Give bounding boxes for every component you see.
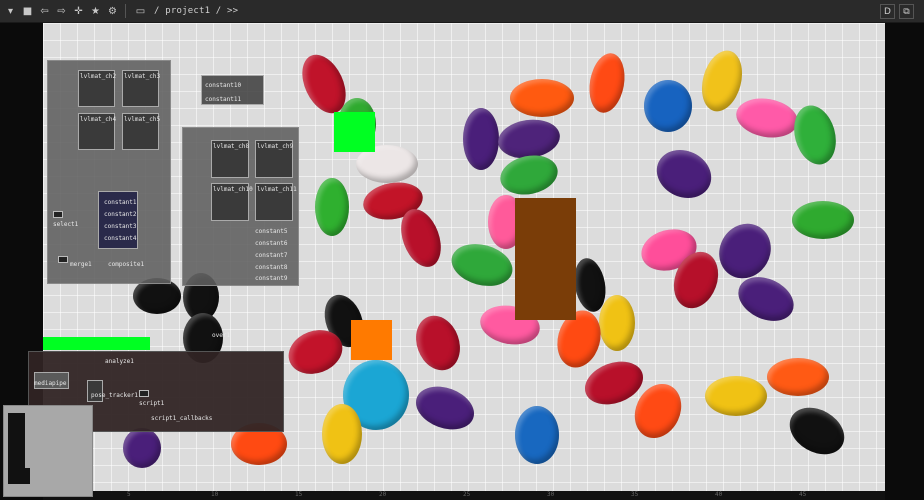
window-toggle-button[interactable]: ⧉ bbox=[899, 4, 914, 19]
node-label: lvlmat_ch2 bbox=[80, 73, 117, 80]
bean bbox=[408, 309, 468, 377]
down-arrow-icon[interactable]: ▾ bbox=[3, 4, 18, 19]
node-label: constant1 bbox=[104, 199, 137, 206]
ruler-tick: 25 bbox=[463, 491, 471, 498]
ruler-tick: 15 bbox=[295, 491, 303, 498]
toolbar-separator bbox=[125, 4, 126, 18]
brown-marker bbox=[515, 198, 576, 320]
node-label: constant7 bbox=[255, 252, 288, 259]
preview-block bbox=[8, 468, 30, 484]
node-network-a[interactable]: lvlmat_ch2 lvlmat_ch3 lvlmat_ch4 lvlmat_… bbox=[47, 60, 171, 284]
bean bbox=[315, 178, 349, 236]
node-label: lvlmat_ch3 bbox=[124, 73, 161, 80]
node-label: lvlmat_ch9 bbox=[257, 143, 294, 150]
node-network-b[interactable]: lvlmat_ch8 lvlmat_ch9 lvlmat_ch10 lvlmat… bbox=[182, 127, 299, 286]
bean bbox=[463, 108, 499, 170]
settings-icon[interactable]: ⚙ bbox=[105, 4, 120, 19]
display-toggle-button[interactable]: D bbox=[880, 4, 895, 19]
app-window: ▾ ■ ⇦ ⇨ ✛ ★ ⚙ ▭ / project1 / >> D ⧉ 5 10… bbox=[0, 0, 924, 500]
ruler-tick: 20 bbox=[379, 491, 387, 498]
stop-icon[interactable]: ■ bbox=[20, 4, 35, 19]
node-label: constant11 bbox=[205, 96, 242, 103]
node-label: constant3 bbox=[104, 223, 137, 230]
node-label: constant8 bbox=[255, 264, 288, 271]
node-label: constant10 bbox=[205, 82, 242, 89]
ruler-tick: 30 bbox=[547, 491, 555, 498]
bean bbox=[792, 201, 854, 239]
forward-icon[interactable]: ⇨ bbox=[54, 4, 69, 19]
bean bbox=[705, 376, 767, 416]
network-node[interactable] bbox=[53, 211, 63, 218]
green-bar bbox=[43, 337, 150, 350]
timeline-ruler: 0 5 10 15 20 25 30 35 40 45 bbox=[43, 491, 885, 500]
bean bbox=[767, 358, 829, 396]
ruler-tick: 35 bbox=[631, 491, 639, 498]
bean bbox=[123, 428, 161, 468]
breadcrumb[interactable]: ▭ / project1 / >> bbox=[133, 4, 238, 19]
bean bbox=[510, 79, 574, 117]
preview-thumbnail[interactable] bbox=[3, 405, 93, 497]
node-label: merge1 bbox=[70, 261, 92, 268]
ruler-tick: 40 bbox=[715, 491, 723, 498]
ruler-tick: 45 bbox=[799, 491, 807, 498]
orange-marker bbox=[351, 320, 392, 360]
folder-icon[interactable]: ▭ bbox=[133, 4, 148, 19]
bean bbox=[322, 404, 362, 464]
preview-block bbox=[8, 413, 25, 468]
node-label: lvlmat_ch11 bbox=[257, 186, 297, 193]
node-label: constant2 bbox=[104, 211, 137, 218]
bean bbox=[409, 378, 481, 438]
node-label: script1_callbacks bbox=[151, 415, 213, 422]
node-label: over1 bbox=[212, 332, 231, 339]
bean bbox=[648, 141, 720, 207]
ruler-tick: 5 bbox=[127, 491, 131, 498]
star-icon[interactable]: ★ bbox=[88, 4, 103, 19]
node-label: constant9 bbox=[255, 275, 288, 282]
node-label: lvlmat_ch4 bbox=[80, 116, 117, 123]
bean bbox=[496, 150, 562, 200]
node-label: lvlmat_ch5 bbox=[124, 116, 161, 123]
node-label: lvlmat_ch10 bbox=[213, 186, 253, 193]
node-label: constant4 bbox=[104, 235, 137, 242]
toolbar: ▾ ■ ⇦ ⇨ ✛ ★ ⚙ ▭ / project1 / >> D ⧉ bbox=[0, 0, 924, 23]
node-label: pose_tracker1 bbox=[91, 392, 138, 399]
node-label: constant6 bbox=[255, 240, 288, 247]
node-label: composite1 bbox=[108, 261, 145, 268]
plus-icon[interactable]: ✛ bbox=[71, 4, 86, 19]
breadcrumb-path: / project1 / >> bbox=[154, 6, 239, 16]
bean bbox=[515, 406, 559, 464]
node-label: script1 bbox=[139, 400, 165, 407]
bean bbox=[585, 50, 629, 116]
bean bbox=[599, 295, 635, 351]
bean bbox=[709, 214, 781, 288]
node-label: mediapipe bbox=[34, 380, 67, 387]
node-label: analyze1 bbox=[105, 358, 134, 365]
bean bbox=[733, 93, 801, 143]
node-label: select1 bbox=[53, 221, 79, 228]
back-icon[interactable]: ⇦ bbox=[37, 4, 52, 19]
node-label: constant5 bbox=[255, 228, 288, 235]
network-node[interactable] bbox=[58, 256, 68, 263]
network-node[interactable] bbox=[139, 390, 149, 397]
bean bbox=[787, 100, 843, 170]
ruler-tick: 10 bbox=[211, 491, 219, 498]
node-label: lvlmat_ch8 bbox=[213, 143, 250, 150]
bean bbox=[781, 398, 853, 464]
green-marker bbox=[334, 112, 375, 152]
bean bbox=[644, 80, 692, 132]
